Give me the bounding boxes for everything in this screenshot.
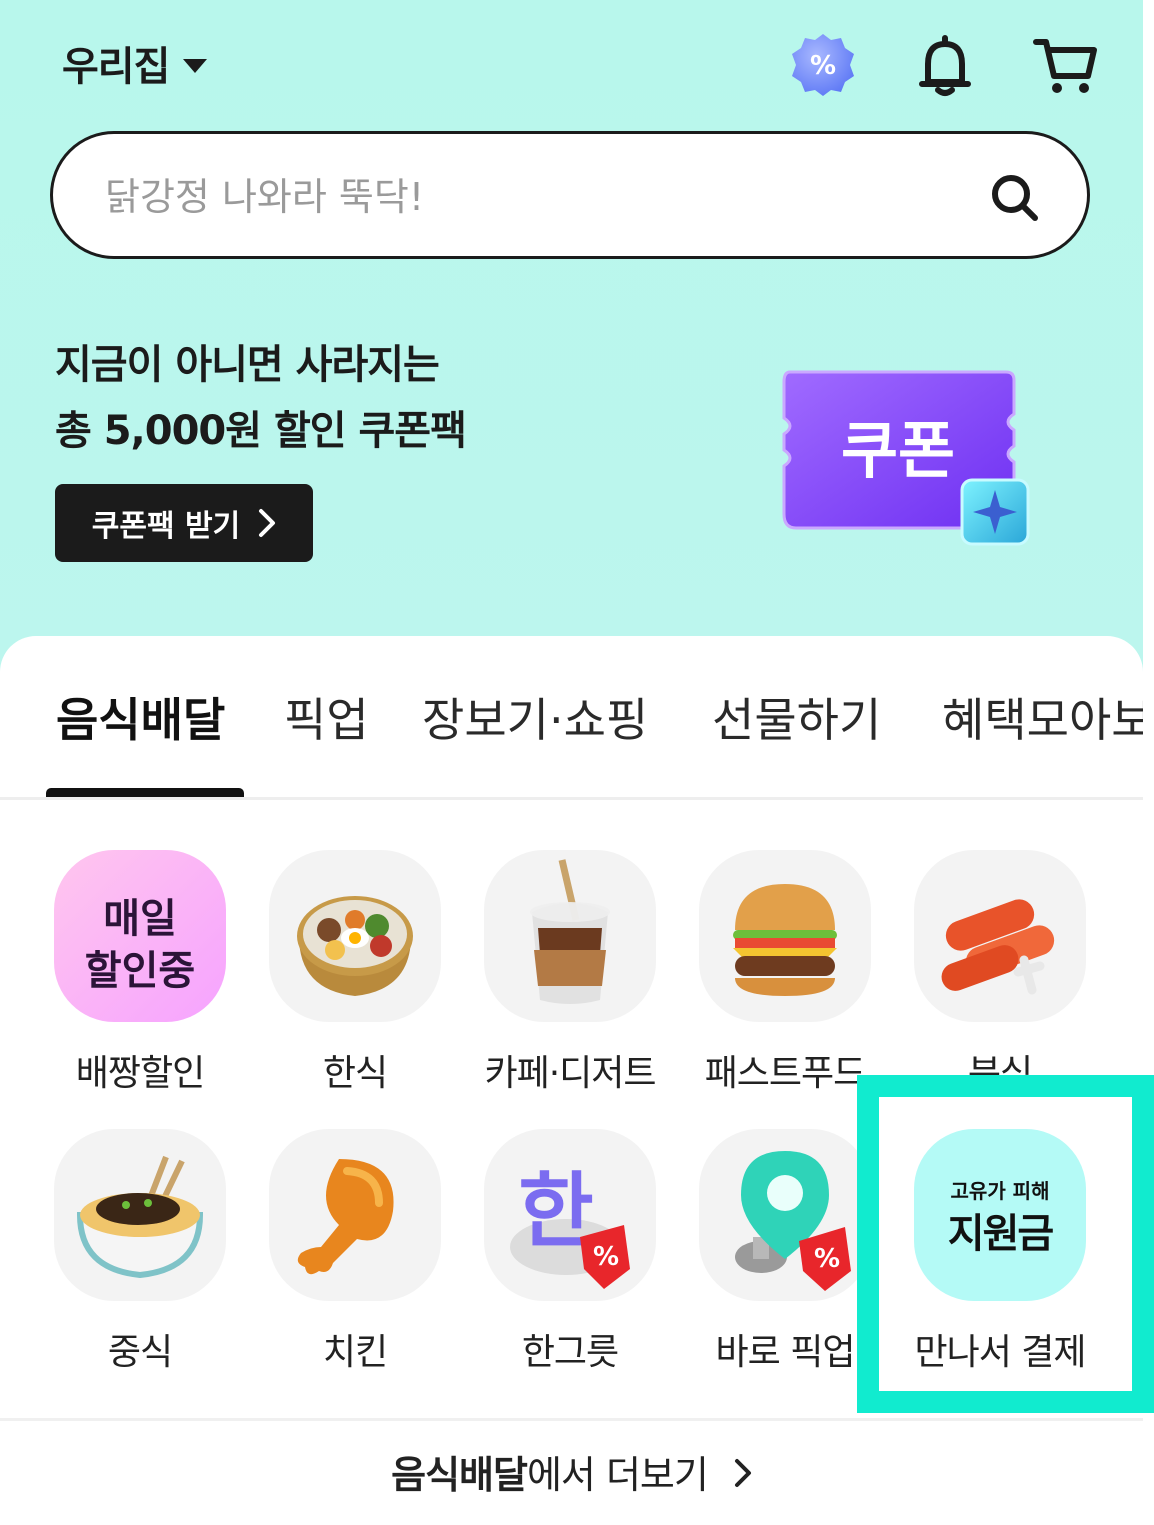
chevron-right-icon <box>259 509 276 537</box>
daily-discount-text-line1: 매일 <box>103 896 177 942</box>
svg-text:%: % <box>814 1244 840 1274</box>
bibimbap-icon <box>269 850 441 1022</box>
category-pay-on-meet[interactable]: 고유가 피해 지원금 만나서 결제 <box>892 1129 1108 1375</box>
discount-badge-icon[interactable]: % <box>788 30 858 100</box>
daily-discount-icon: 매일 할인중 <box>54 850 226 1022</box>
search-bar <box>50 131 1090 259</box>
category-chinese[interactable]: 중식 <box>32 1129 248 1375</box>
tab-gift[interactable]: 선물하기 <box>712 684 881 750</box>
category-label: 만나서 결제 <box>914 1332 1086 1373</box>
search-icon[interactable] <box>987 170 1043 226</box>
svg-text:쿠폰: 쿠폰 <box>841 414 955 487</box>
category-chicken[interactable]: 치킨 <box>247 1129 463 1375</box>
search-input[interactable] <box>103 164 957 230</box>
coupon-ticket-icon: 쿠폰 <box>778 362 1040 552</box>
divider <box>0 1418 1143 1421</box>
location-selector[interactable]: 우리집 <box>62 34 208 92</box>
category-fast-food[interactable]: 패스트푸드 <box>677 850 893 1096</box>
pickup-pin-icon: % <box>699 1129 871 1301</box>
more-food-delivery-link[interactable]: 음식배달에서 더보기 <box>0 1444 1143 1499</box>
more-link-rest: 에서 더보기 <box>526 1453 709 1497</box>
service-tabs: 음식배달 픽업 장보기·쇼핑 선물하기 혜택모아보기 <box>0 636 1143 800</box>
more-link-bold: 음식배달 <box>391 1453 528 1497</box>
chevron-right-icon <box>734 1453 752 1497</box>
tab-food-delivery[interactable]: 음식배달 <box>56 684 225 750</box>
promo-headline-line2: 총 5,000원 할인 쿠폰팩 <box>55 408 467 454</box>
category-quick-pickup[interactable]: % 바로 픽업 <box>677 1129 893 1375</box>
category-cafe-dessert[interactable]: 카페·디저트 <box>462 850 678 1096</box>
category-label: 바로 픽업 <box>715 1332 856 1373</box>
get-coupon-pack-label: 쿠폰팩 받기 <box>91 509 241 544</box>
category-label: 카페·디저트 <box>484 1053 656 1094</box>
category-daily-discount[interactable]: 매일 할인중 배짱할인 <box>32 850 248 1096</box>
category-snack[interactable]: 분식 <box>892 850 1108 1096</box>
tab-grocery-shopping[interactable]: 장보기·쇼핑 <box>422 684 648 750</box>
support-fund-title: 지원금 <box>947 1211 1054 1257</box>
tab-pickup[interactable]: 픽업 <box>284 684 369 750</box>
bell-icon[interactable] <box>910 30 980 100</box>
cart-icon[interactable] <box>1030 30 1100 100</box>
category-label: 배짱할인 <box>75 1053 205 1094</box>
han-bowl-icon: 한 % <box>484 1129 656 1301</box>
svg-text:%: % <box>593 1242 619 1272</box>
location-label: 우리집 <box>62 44 170 90</box>
category-label: 분식 <box>967 1053 1033 1094</box>
category-label: 한식 <box>322 1053 388 1094</box>
chicken-leg-icon <box>269 1129 441 1301</box>
support-fund-subtitle: 고유가 피해 <box>950 1179 1050 1203</box>
burger-icon <box>699 850 871 1022</box>
category-label: 중식 <box>107 1332 173 1373</box>
app-screen: 우리집 % 닭강정 나와라 뚝닥! 지금이 아니면 사라지는 총 5,000원 … <box>0 0 1143 1525</box>
category-korean[interactable]: 한식 <box>247 850 463 1096</box>
promo-headline-line1: 지금이 아니면 사라지는 <box>55 342 440 388</box>
tteokbokki-icon <box>914 850 1086 1022</box>
iced-coffee-icon <box>484 850 656 1022</box>
daily-discount-text-line2: 할인중 <box>84 948 196 994</box>
support-fund-icon: 고유가 피해 지원금 <box>914 1129 1086 1301</box>
category-label: 한그릇 <box>521 1332 619 1373</box>
svg-text:%: % <box>810 51 836 81</box>
caret-down-icon <box>183 59 208 73</box>
tab-benefits[interactable]: 혜택모아보기 <box>942 684 1143 750</box>
active-tab-indicator <box>46 788 244 797</box>
jajangmyeon-icon <box>54 1129 226 1301</box>
category-label: 패스트푸드 <box>704 1053 867 1094</box>
category-label: 치킨 <box>322 1332 388 1373</box>
category-one-bowl[interactable]: 한 % 한그릇 <box>462 1129 678 1375</box>
get-coupon-pack-button[interactable]: 쿠폰팩 받기 <box>55 484 313 562</box>
